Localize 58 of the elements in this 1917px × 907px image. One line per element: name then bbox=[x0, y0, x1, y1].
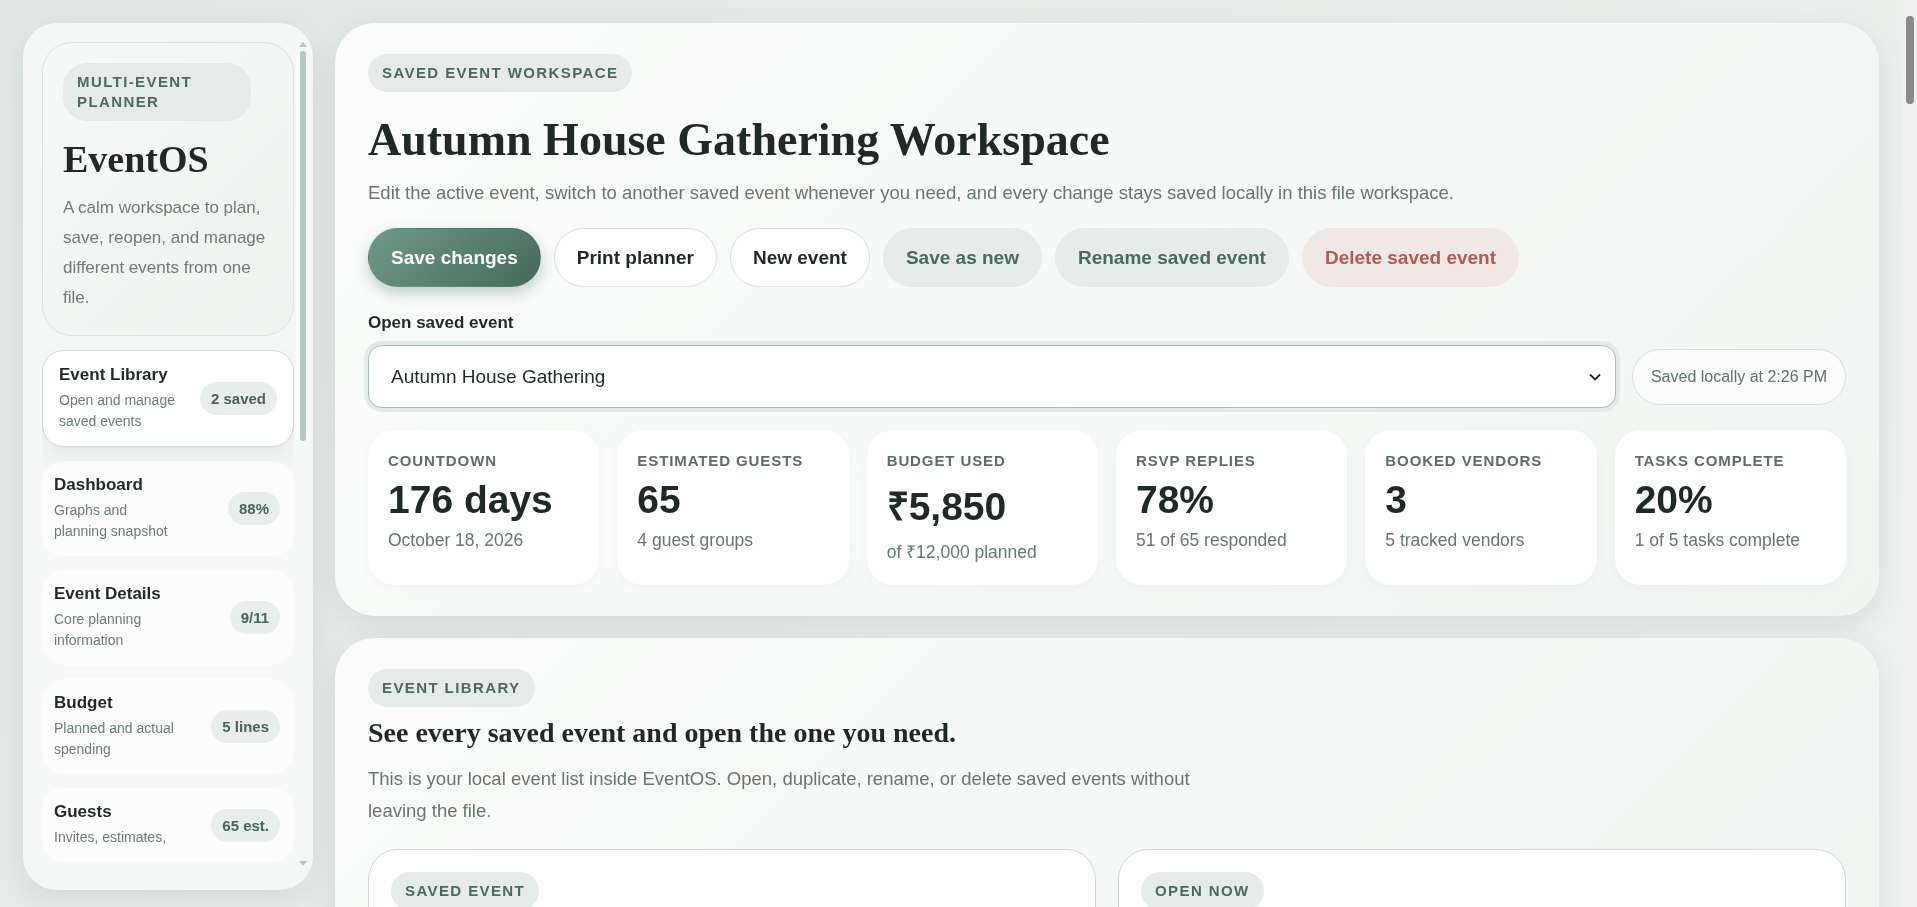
nav-description: Core planning information bbox=[54, 610, 143, 650]
save-status-pill: Saved locally at 2:26 PM bbox=[1631, 348, 1846, 405]
tagline: A calm workspace to plan, save, reopen, and manage different events from one file. bbox=[63, 197, 267, 309]
eyebrow-tag: OPEN NOW bbox=[1141, 872, 1264, 907]
section-description: This is your local event list inside EventOS. Open, duplicate, rename, or delete saved events without leaving the file. bbox=[368, 767, 1191, 823]
subtitle: Edit the active event, switch to another saved event whenever you need, and every change stays saved locally in this file workspace. bbox=[368, 182, 1455, 204]
stat-note: October 18, 2026 bbox=[388, 530, 525, 551]
stat-label: TASKS COMPLETE bbox=[1634, 452, 1786, 469]
nav-description: Graphs and planning snapshot bbox=[54, 501, 169, 541]
count-badge: 65 est. bbox=[211, 808, 280, 842]
nav-item[interactable]: Guests Invites, estimates, 65 est. bbox=[42, 788, 294, 862]
count-badge: 88% bbox=[227, 492, 280, 525]
stat-note: of ₹12,000 planned bbox=[886, 541, 1038, 563]
count-badge: 9/11 bbox=[229, 601, 280, 634]
action-button[interactable]: Rename saved event bbox=[1054, 228, 1289, 287]
stat-value: ₹5,850 bbox=[886, 484, 1008, 530]
nav-item[interactable]: Event Details Core planning information 9/11 bbox=[42, 570, 294, 665]
stat-label: COUNTDOWN bbox=[388, 452, 498, 469]
action-button[interactable]: Print planner bbox=[553, 228, 717, 287]
field-label: Open saved event bbox=[368, 313, 515, 333]
eyebrow-tag: SAVED EVENT WORKSPACE bbox=[368, 54, 633, 92]
count-badge: 2 saved bbox=[199, 382, 277, 415]
nav-description: Invites, estimates, bbox=[54, 828, 168, 847]
nav-title: Event Details bbox=[54, 584, 162, 604]
chevron-down-icon bbox=[1588, 372, 1601, 381]
nav-item[interactable]: Budget Planned and actual spending 5 lines bbox=[42, 679, 294, 774]
stat-note: 4 guest groups bbox=[637, 530, 755, 551]
stat-label: BOOKED VENDORS bbox=[1385, 452, 1544, 469]
nav-item[interactable]: Event Library Open and manage saved events 2 saved bbox=[42, 350, 294, 447]
action-button[interactable]: Save as new bbox=[882, 228, 1042, 287]
count-badge: 5 lines bbox=[211, 710, 280, 743]
page-title: Autumn House Gathering Workspace bbox=[368, 114, 1111, 166]
stat-note: 5 tracked vendors bbox=[1385, 530, 1526, 551]
nav-item[interactable]: Dashboard Graphs and planning snapshot 88% bbox=[42, 461, 294, 556]
stat-value: 3 bbox=[1385, 478, 1409, 522]
nav-description: Open and manage saved events bbox=[59, 391, 176, 431]
nav-description: Planned and actual spending bbox=[54, 719, 175, 759]
stat-note: 51 of 65 responded bbox=[1136, 530, 1288, 551]
stat-label: RSVP REPLIES bbox=[1136, 452, 1257, 469]
section-heading: See every saved event and open the one you need. bbox=[368, 717, 957, 749]
eyebrow-tag: EVENT LIBRARY bbox=[368, 669, 535, 707]
nav-title: Budget bbox=[54, 693, 114, 713]
eyebrow-tag: MULTI-EVENT PLANNER bbox=[63, 63, 251, 121]
action-button[interactable]: New event bbox=[729, 228, 870, 287]
stat-value: 176 days bbox=[388, 478, 554, 522]
nav-title: Guests bbox=[54, 802, 113, 822]
stat-value: 78% bbox=[1136, 478, 1216, 522]
stat-label: BUDGET USED bbox=[886, 452, 1007, 469]
eyebrow-tag: SAVED EVENT bbox=[391, 872, 540, 907]
nav-title: Event Library bbox=[59, 365, 169, 385]
app-logo-text: EventOS bbox=[63, 137, 210, 181]
stat-label: ESTIMATED GUESTS bbox=[637, 452, 805, 469]
action-button[interactable]: Save changes bbox=[368, 228, 541, 287]
action-button[interactable]: Delete saved event bbox=[1301, 228, 1520, 287]
nav-title: Dashboard bbox=[54, 475, 144, 495]
stat-note: 1 of 5 tasks complete bbox=[1634, 530, 1802, 551]
stat-value: 65 bbox=[637, 478, 682, 522]
stat-value: 20% bbox=[1634, 478, 1714, 522]
